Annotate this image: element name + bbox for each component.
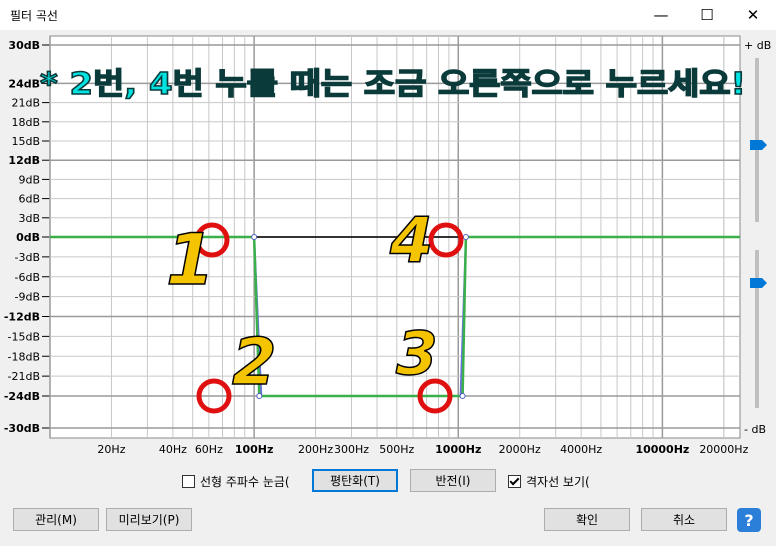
db-tick-label: -15dB [8,330,41,343]
help-icon: ? [744,510,754,530]
help-button[interactable]: ? [737,508,761,532]
freq-tick-label: 500Hz [379,443,414,456]
db-tick-label: -6dB [15,271,41,284]
freq-tick-label: 40Hz [159,443,187,456]
db-tick-label: 12dB [8,154,40,167]
db-tick-label: 24dB [8,77,40,90]
slider-bottom-label: - dB [744,423,766,436]
freq-tick-label: 20000Hz [699,443,748,456]
freq-tick-label: 300Hz [334,443,369,456]
freq-tick-label: 2000Hz [499,443,541,456]
maximize-button[interactable]: ☐ [684,0,730,30]
marker-number-3: 3 [396,319,438,389]
flatten-button[interactable]: 평탄화(T) [312,469,398,492]
title-bar: 필터 곡선 — ☐ ✕ [0,0,776,30]
linear-scale-checkbox[interactable]: 선형 주파수 눈금( [182,470,290,492]
linear-scale-box[interactable] [182,474,195,488]
flatten-label: 평탄화(T) [330,474,380,488]
show-grid-box[interactable] [508,474,521,488]
marker-number-4: 4 [389,204,433,277]
db-tick-label: 21dB [11,97,40,110]
curve-control-point[interactable] [462,234,469,240]
slider-top-label: + dB [744,39,771,52]
db-tick-label: -3dB [15,251,41,264]
db-tick-label: 6dB [18,193,40,206]
manage-label: 관리(M) [35,513,77,527]
curve-control-point[interactable] [251,234,258,240]
linear-scale-label: 선형 주파수 눈금( [200,474,290,489]
freq-tick-label: 10000Hz [635,443,689,456]
freq-tick-label: 60Hz [195,443,223,456]
db-tick-label: 30dB [8,39,40,52]
db-tick-label: 15dB [11,135,40,148]
freq-tick-label: 4000Hz [560,443,602,456]
marker-number-1: 1 [166,219,215,301]
show-grid-checkbox[interactable]: 격자선 보기( [508,470,590,492]
window-title: 필터 곡선 [10,9,58,23]
filter-curve-graph[interactable]: 30dB 24dB 21dB 18dB 15dB 12dB 9dB 6dB 3dB 0dB -3dB… [0,30,776,458]
freq-tick-label: 100Hz [235,443,274,456]
preview-label: 미리보기(P) [118,513,180,527]
freq-tick-label: 20Hz [97,443,125,456]
close-button[interactable]: ✕ [730,0,776,30]
db-tick-label: 9dB [18,173,40,186]
manage-button[interactable]: 관리(M) [13,508,99,531]
db-tick-label: 0dB [16,231,40,244]
db-tick-label: -21dB [8,370,41,383]
freq-tick-label: 1000Hz [435,443,481,456]
cancel-button[interactable]: 취소 [641,508,727,531]
db-tick-label: -30dB [4,422,40,435]
db-tick-label: -24dB [4,390,40,403]
show-grid-label: 격자선 보기( [526,474,590,489]
invert-label: 반전(I) [435,474,471,488]
db-tick-label: -9dB [15,291,41,304]
db-tick-label: 18dB [11,116,40,129]
ok-label: 확인 [575,513,599,527]
annotation-text: * 2번, 4번 누를 때는 조금 오른쪽으로 누르세요! [40,67,746,102]
db-tick-label: -12dB [4,311,40,324]
freq-tick-label: 200Hz [298,443,333,456]
curve-control-point[interactable] [459,393,466,399]
db-tick-label: -18dB [8,350,41,363]
ok-button[interactable]: 확인 [544,508,630,531]
minimize-icon: — [653,6,669,24]
minimize-button[interactable]: — [638,0,684,30]
db-tick-label: 3dB [18,212,40,225]
marker-number-2: 2 [232,326,277,400]
close-icon: ✕ [746,6,760,24]
preview-button[interactable]: 미리보기(P) [106,508,192,531]
invert-button[interactable]: 반전(I) [410,469,496,492]
maximize-icon: ☐ [700,6,714,24]
cancel-label: 취소 [672,513,696,527]
